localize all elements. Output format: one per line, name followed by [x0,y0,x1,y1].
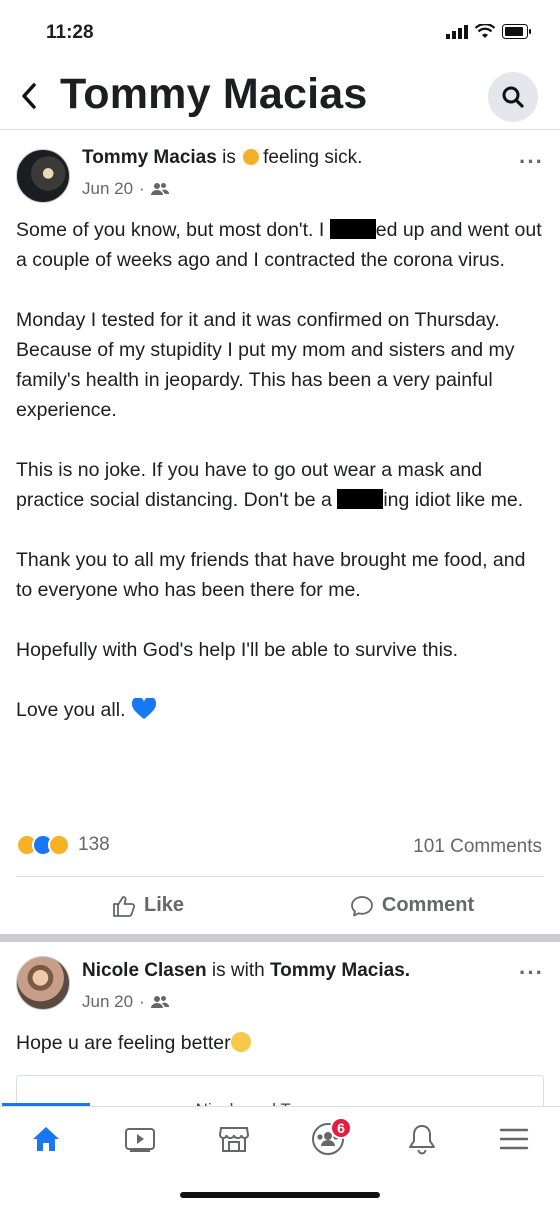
avatar[interactable] [16,956,70,1010]
reaction-icons [16,834,70,856]
reactions-summary[interactable]: 138 [16,834,110,856]
author-name[interactable]: Nicole Clasen [82,960,207,981]
like-button[interactable]: Like [16,877,280,934]
more-options-button[interactable]: ··· [519,149,544,175]
text-span: Some of you know, but most don't. I [16,219,330,241]
hamburger-menu-icon [499,1128,529,1150]
tab-watch[interactable] [108,1121,172,1157]
post-paragraph: Love you all. [16,695,546,725]
redaction-block [337,489,384,509]
text-span: ing idiot like me. [383,489,524,511]
wifi-icon [475,24,495,38]
video-icon [125,1128,155,1152]
feeling-sick-icon [243,149,260,165]
status-bar: 11:28 [0,0,560,62]
chevron-left-icon [22,83,36,109]
post-paragraph: This is no joke. If you have to go out w… [16,455,546,515]
home-indicator[interactable] [180,1192,380,1198]
signal-icon [446,24,468,39]
tab-groups[interactable]: 6 [296,1117,360,1157]
comments-count[interactable]: 101 Comments [413,836,542,858]
comment-label: Comment [381,894,475,916]
thumbs-up-icon [113,895,136,917]
feed-divider [0,934,560,942]
marketplace-icon [218,1127,250,1152]
post-meta: Jun 20 · [82,992,169,1012]
post-paragraph: Thank you to all my friends that have br… [16,549,526,601]
tab-menu[interactable] [482,1121,546,1157]
post-text: Hope u are feeling better [16,1032,231,1054]
blue-heart-icon [131,696,157,719]
post-paragraph: Some of you know, but most don't. I ed u… [16,215,546,275]
with-text: is with [206,960,270,981]
page-title: Tommy Macias [60,70,368,118]
author-name[interactable]: Tommy Macias [82,147,217,168]
profile-header: Tommy Macias [0,62,560,130]
post-author-line: Nicole Clasen is with Tommy Macias. [82,960,410,982]
search-button[interactable] [488,72,538,122]
search-icon [502,86,524,108]
comment-bubble-icon [350,895,373,916]
friends-privacy-icon [150,183,169,195]
groups-notification-badge: 6 [330,1117,352,1139]
meta-dot: · [139,179,145,198]
more-options-button[interactable]: ··· [519,960,544,986]
bell-icon [409,1125,435,1155]
post-paragraph: Hopefully with God's help I'll be able t… [16,639,459,661]
post-action-bar: Like Comment [16,876,544,934]
tab-marketplace[interactable] [202,1121,266,1157]
text-span: Love you all. [16,699,126,721]
back-button[interactable] [12,76,46,116]
post-body: Some of you know, but most don't. I ed u… [16,215,546,755]
post-date[interactable]: Jun 20 [82,179,133,199]
tab-home[interactable] [14,1121,78,1157]
like-label: Like [143,894,185,916]
tab-notifications[interactable] [390,1121,454,1157]
post-body: Hope u are feeling better [16,1032,251,1055]
friends-privacy-icon [150,996,169,1008]
redaction-block [329,219,376,239]
feeling-text: feeling sick. [263,147,363,168]
post-date[interactable]: Jun 20 [82,992,133,1012]
status-icons [446,24,532,39]
battery-icon [502,24,531,39]
home-icon [33,1127,59,1151]
status-time: 11:28 [46,22,94,43]
sick-face-emoji-icon [230,1032,251,1052]
post-meta: Jun 20 · [82,179,169,199]
meta-dot: · [139,992,145,1011]
post-paragraph: Monday I tested for it and it was confir… [16,309,515,421]
reaction-count: 138 [78,834,110,855]
activity-prefix: is [216,147,242,168]
avatar[interactable] [16,149,70,203]
post-author-line: Tommy Macias is feeling sick. [82,147,362,169]
comment-button[interactable]: Comment [280,877,544,934]
sad-reaction-icon [48,834,70,856]
tagged-name[interactable]: Tommy Macias. [270,960,410,981]
